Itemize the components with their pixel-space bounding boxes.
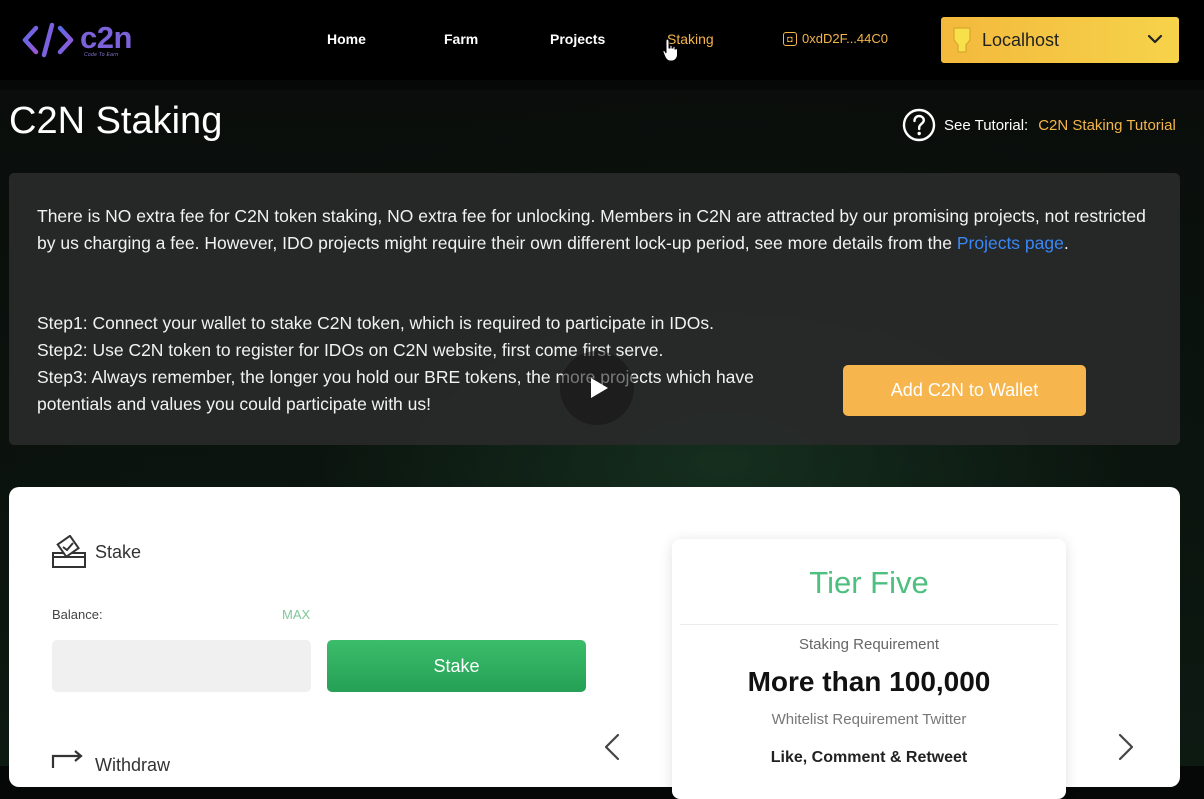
wallet-icon: ◘: [783, 31, 797, 46]
tier-title: Tier Five: [809, 565, 929, 600]
max-button[interactable]: MAX: [282, 607, 310, 622]
mouse-pointer-icon: [662, 38, 678, 62]
lightbulb-icon: [953, 27, 971, 53]
balance-label: Balance:: [52, 607, 103, 622]
tutorial-row: See Tutorial: C2N Staking Tutorial: [902, 108, 1176, 142]
wallet-address-text: 0xdD2F...44C0: [802, 31, 888, 46]
video-play-button[interactable]: [560, 351, 634, 425]
network-label: Localhost: [982, 30, 1060, 50]
projects-page-link[interactable]: Projects page: [957, 233, 1064, 253]
stake-amount-input[interactable]: [52, 640, 311, 692]
step-1: Step1: Connect your wallet to stake C2N …: [37, 313, 714, 333]
code-brackets-icon: [22, 22, 74, 58]
tier-card: Tier Five Staking Requirement More than …: [672, 539, 1066, 799]
whitelist-requirement-label: Whitelist Requirement Twitter: [771, 711, 967, 728]
chevron-left-icon[interactable]: [601, 733, 623, 761]
whitelist-requirement-value: Like, Comment & Retweet: [770, 749, 968, 766]
nav-link-projects[interactable]: Projects: [550, 31, 605, 47]
fee-description-end: .: [1063, 233, 1069, 253]
c2n-logo[interactable]: c2n Code To Earn: [22, 18, 142, 62]
nav-link-home[interactable]: Home: [327, 31, 366, 47]
network-selector[interactable]: Localhost: [941, 17, 1179, 63]
step-3: Step3: Always remember, the longer you h…: [37, 367, 754, 414]
page-title: C2N Staking: [9, 100, 223, 142]
step-2: Step2: Use C2N token to register for IDO…: [37, 340, 664, 360]
staking-requirement-label: Staking Requirement: [798, 636, 940, 653]
staking-requirement-value: More than 100,000: [747, 666, 991, 697]
tier-divider: [680, 624, 1058, 625]
tutorial-link[interactable]: C2N Staking Tutorial: [1038, 117, 1176, 134]
play-icon: [591, 378, 608, 398]
withdraw-arrow-icon: [51, 750, 83, 768]
add-c2n-to-wallet-button[interactable]: Add C2N to Wallet: [843, 365, 1086, 416]
nav-link-farm[interactable]: Farm: [444, 31, 478, 47]
wallet-address-button[interactable]: ◘ 0xdD2F...44C0: [783, 31, 888, 46]
top-navbar: c2n Code To Earn Home Farm Projects Stak…: [0, 0, 1204, 80]
chevron-right-icon[interactable]: [1115, 733, 1137, 761]
ballot-box-icon: [52, 535, 86, 568]
stake-button[interactable]: Stake: [327, 640, 586, 692]
logo-tagline: Code To Earn: [84, 52, 119, 58]
steps-list: Step1: Connect your wallet to stake C2N …: [37, 310, 807, 418]
stake-card: Stake Balance: MAX Stake Withdraw Tier F…: [9, 487, 1180, 799]
chevron-down-icon: [1147, 34, 1163, 44]
stake-heading: Stake: [95, 542, 142, 562]
fee-description: There is NO extra fee for C2N token stak…: [37, 203, 1147, 257]
logo-wordmark: c2n: [80, 20, 132, 55]
tutorial-label: See Tutorial:: [944, 116, 1029, 134]
question-circle-icon[interactable]: [902, 108, 936, 142]
